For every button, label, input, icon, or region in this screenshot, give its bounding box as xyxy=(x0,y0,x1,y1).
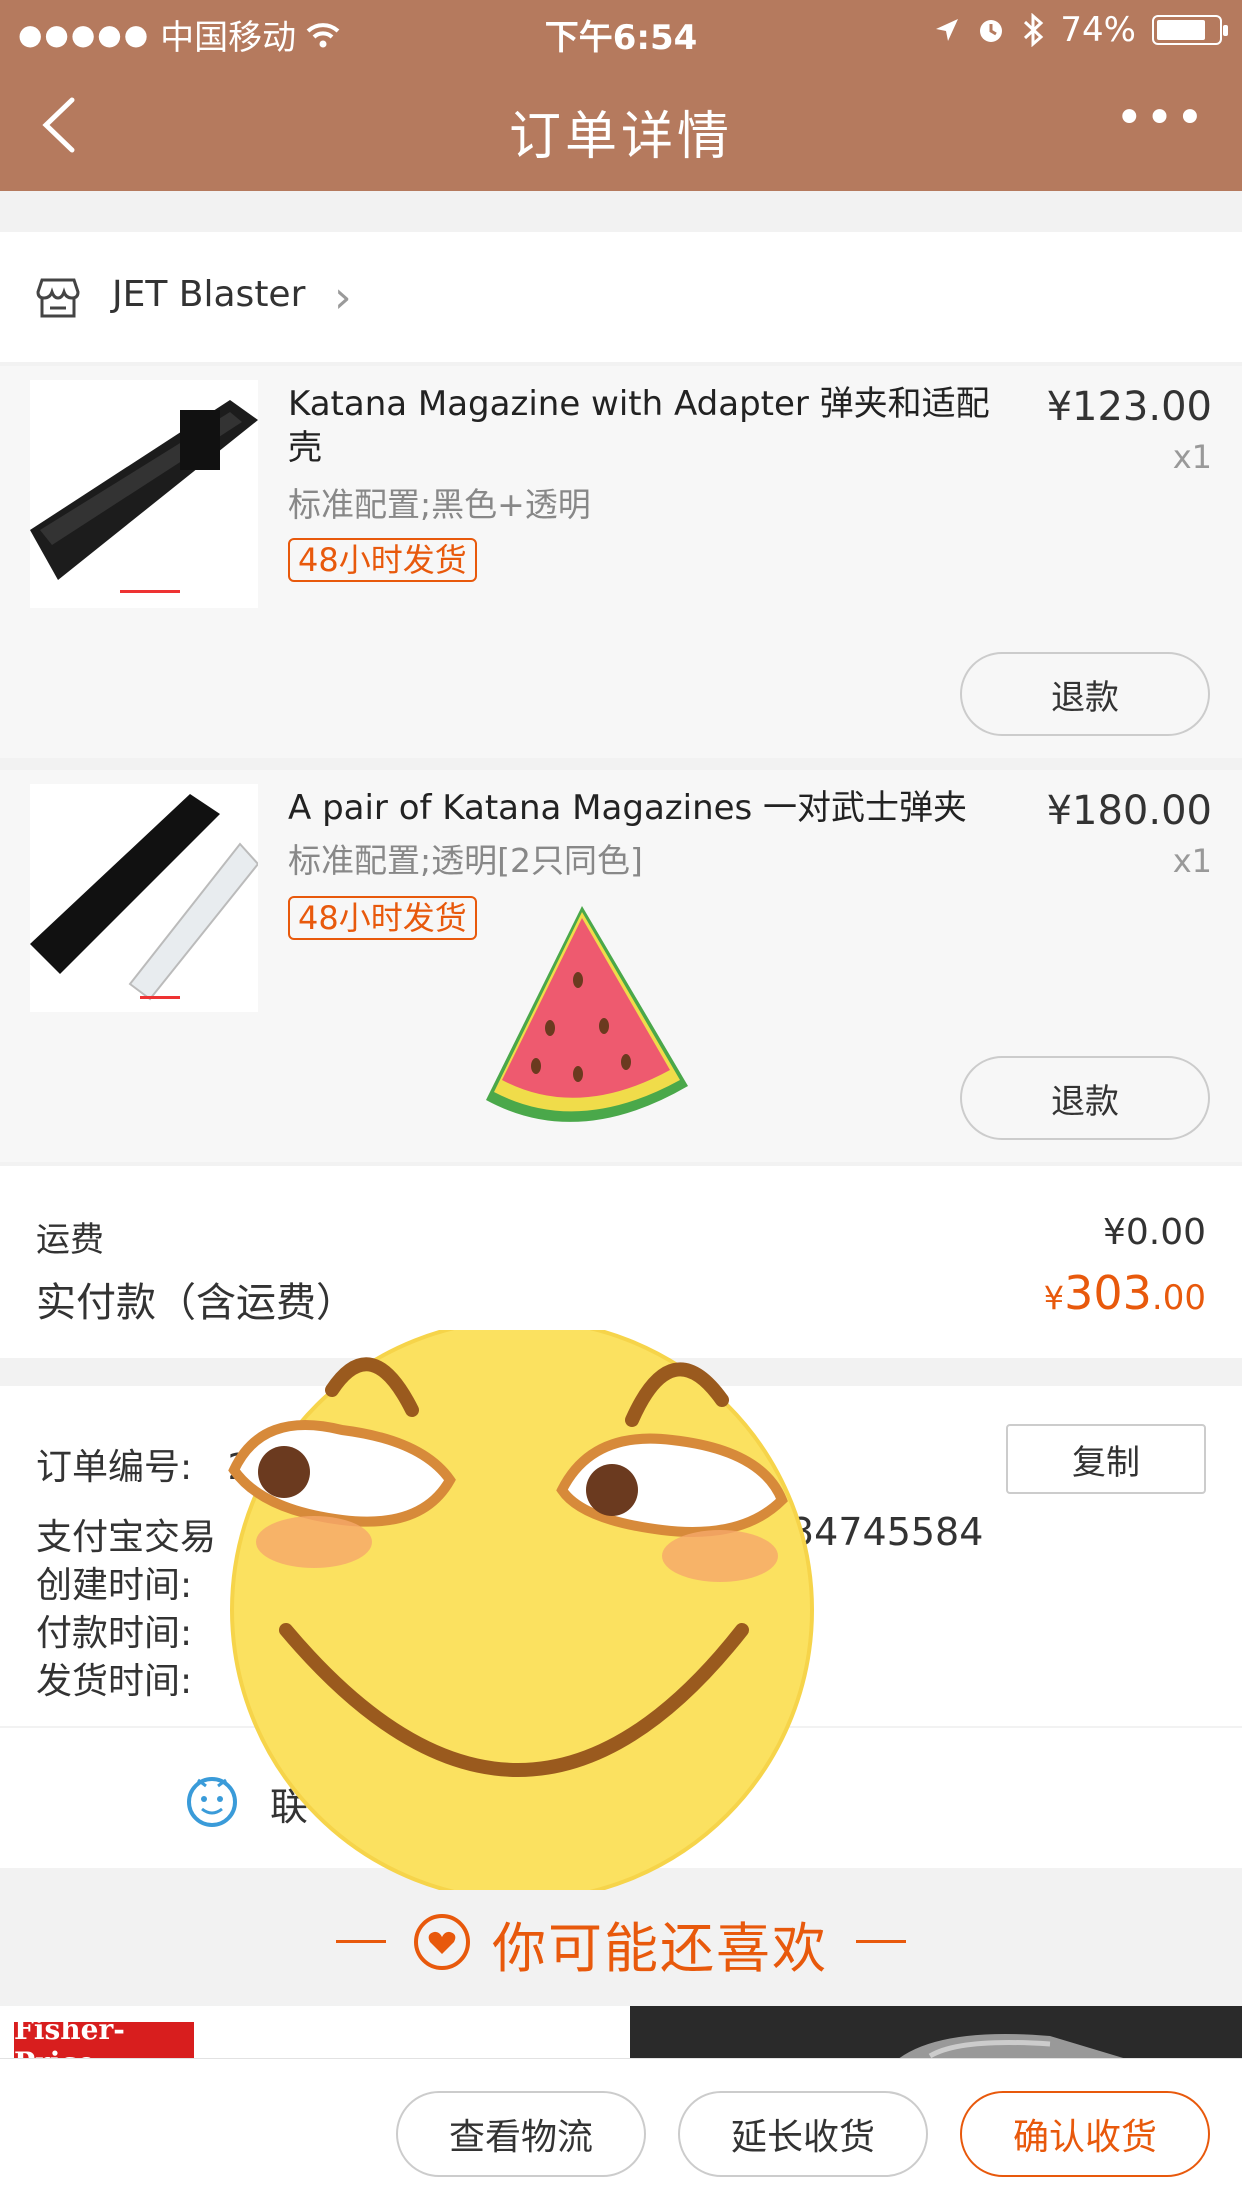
status-right: 74% xyxy=(934,10,1228,50)
alipay-label: 支付宝交易 xyxy=(36,1517,217,1558)
order-item[interactable]: Katana Magazine with Adapter 弹夹和适配壳 标准配置… xyxy=(0,366,1242,758)
total-currency: ¥ xyxy=(1043,1279,1065,1317)
product-quantity: x1 xyxy=(1172,438,1212,476)
confirm-receipt-button[interactable]: 确认收货 xyxy=(960,2091,1210,2177)
bluetooth-icon xyxy=(1024,13,1044,47)
product-price: ¥180.00 xyxy=(1046,788,1212,834)
status-bar: ●●●●● 中国移动 下午6:54 74% xyxy=(0,0,1242,60)
total-decimal: .00 xyxy=(1151,1278,1206,1318)
watermelon-sticker xyxy=(486,906,688,1122)
alarm-icon xyxy=(980,20,1003,42)
view-logistics-button[interactable]: 查看物流 xyxy=(396,2091,646,2177)
page-title: 订单详情 xyxy=(508,107,733,167)
paid-time-label: 付款时间: xyxy=(36,1613,193,1654)
heart-circle-icon xyxy=(414,1914,470,1970)
battery-percent: 74% xyxy=(1060,10,1136,50)
shop-row[interactable]: JET Blaster › xyxy=(0,232,1242,362)
location-arrow-icon xyxy=(936,19,959,41)
shipping-badge: 48小时发货 xyxy=(288,896,477,940)
battery-icon xyxy=(1152,15,1228,45)
product-price: ¥123.00 xyxy=(1046,384,1212,430)
top-bar: ●●●●● 中国移动 下午6:54 74% 订单详情 ••• xyxy=(0,0,1242,191)
recommend-heading: 你可能还喜欢 xyxy=(0,1870,1242,2010)
total-amount: ¥303.00 xyxy=(1044,1266,1206,1320)
chevron-right-icon: › xyxy=(334,272,352,323)
order-number-row: 订单编号: 2 xyxy=(36,1438,251,1490)
store-icon xyxy=(36,278,80,318)
product-image xyxy=(30,380,258,608)
recommend-title: 你可能还喜欢 xyxy=(492,1917,828,1980)
product-quantity: x1 xyxy=(1172,842,1212,880)
refund-button[interactable]: 退款 xyxy=(960,1056,1210,1140)
shop-name: JET Blaster xyxy=(112,274,306,315)
bottom-action-bar: 查看物流 延长收货 确认收货 xyxy=(0,2058,1242,2208)
copy-button[interactable]: 复制 xyxy=(1006,1424,1206,1494)
divider-left xyxy=(336,1940,386,1943)
product-title: A pair of Katana Magazines 一对武士弹夹 xyxy=(288,788,968,828)
shipping-badge: 48小时发货 xyxy=(288,538,477,582)
refund-button[interactable]: 退款 xyxy=(960,652,1210,736)
product-spec: 标准配置;透明[2只同色] xyxy=(288,841,643,880)
order-number-label: 订单编号: xyxy=(36,1447,193,1488)
shipped-time-label: 发货时间: xyxy=(36,1661,193,1702)
total-integer: 303 xyxy=(1064,1266,1152,1320)
divider-right xyxy=(856,1940,906,1943)
product-title: Katana Magazine with Adapter 弹夹和适配壳 xyxy=(288,384,990,468)
total-label: 实付款（含运费） xyxy=(36,1280,356,1326)
shipping-fee-value: ¥0.00 xyxy=(1102,1212,1206,1253)
product-spec: 标准配置;黑色+透明 xyxy=(288,485,591,524)
extend-receipt-button[interactable]: 延长收货 xyxy=(678,2091,928,2177)
shipping-fee-label: 运费 xyxy=(36,1220,104,1260)
smirk-face-sticker xyxy=(228,1330,814,1890)
product-image xyxy=(30,784,258,1012)
created-time-label: 创建时间: xyxy=(36,1565,193,1606)
more-dots-icon[interactable]: ••• xyxy=(1115,90,1206,146)
nav-bar: 订单详情 ••• xyxy=(0,60,1242,191)
